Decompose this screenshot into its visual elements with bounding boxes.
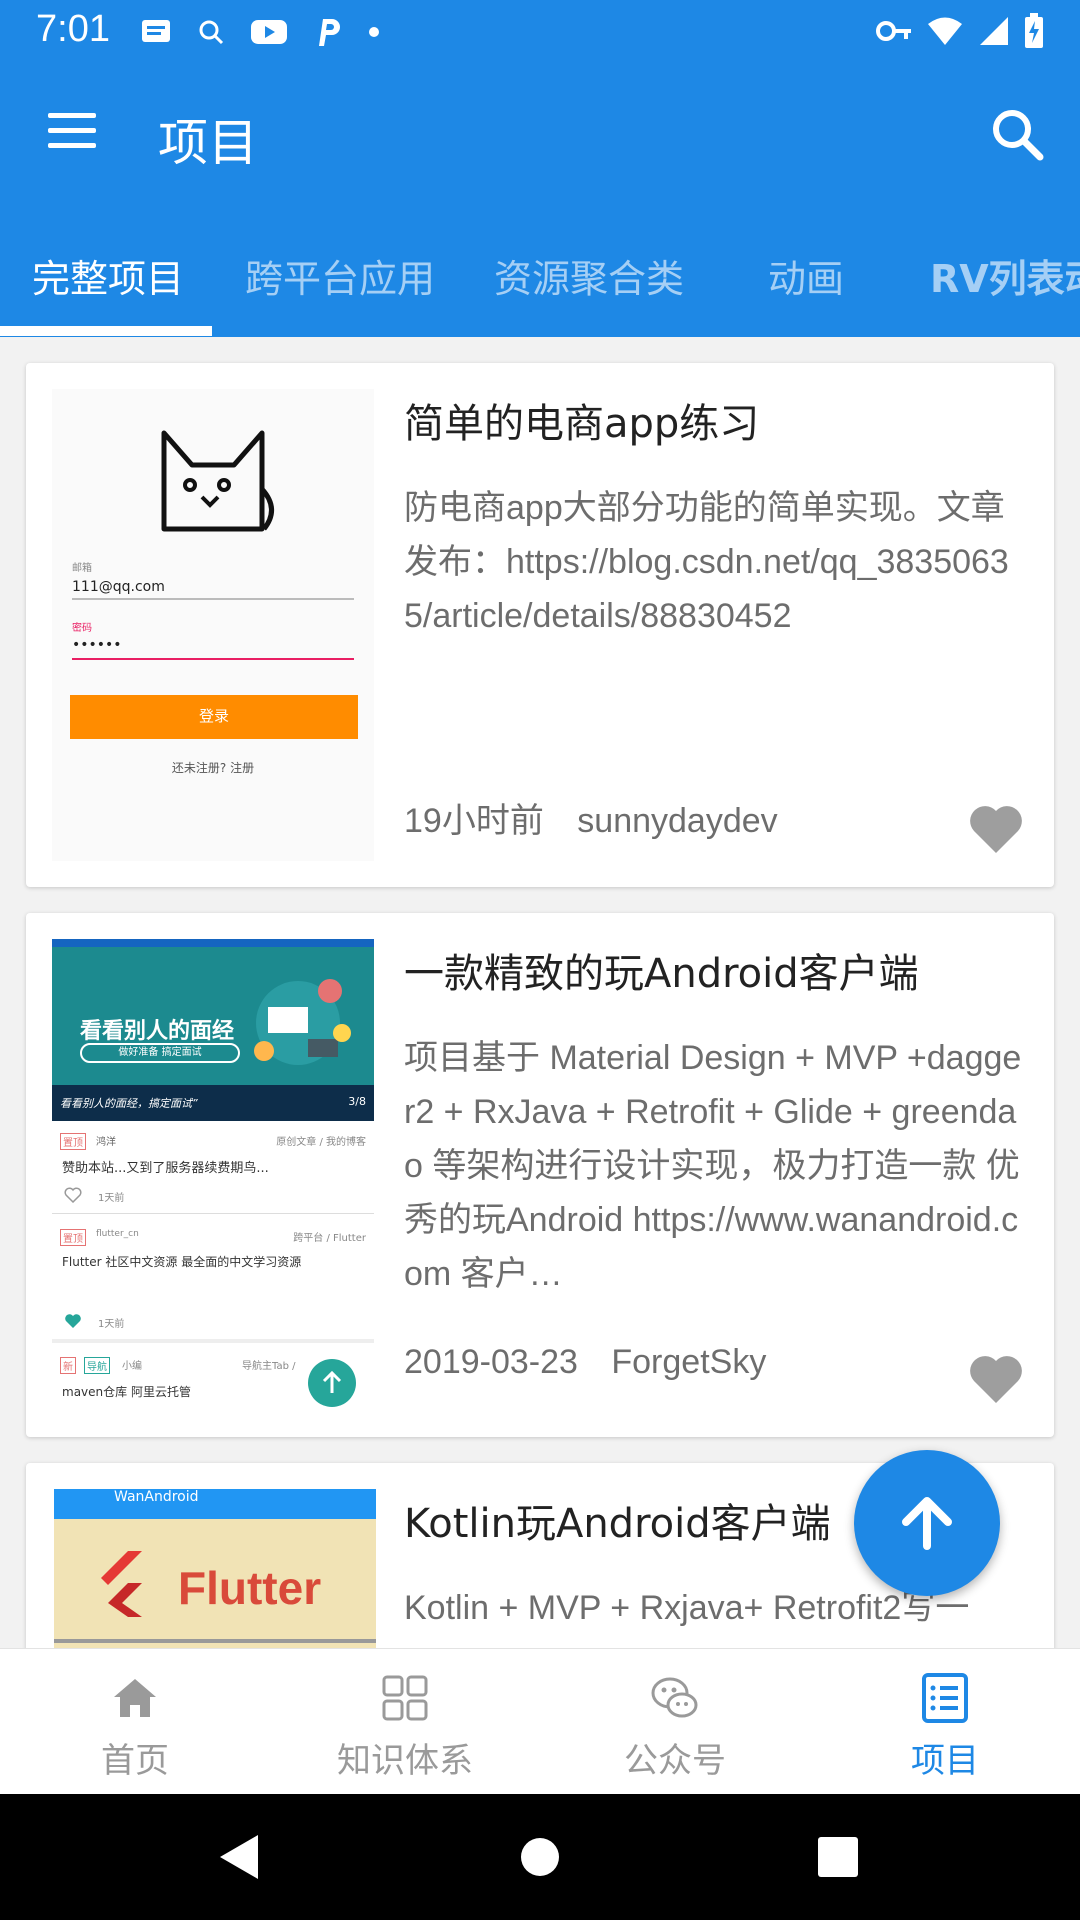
app-bar: 项目 bbox=[0, 63, 1080, 200]
project-author: ForgetSky bbox=[611, 1343, 767, 1381]
home-circle-icon[interactable] bbox=[510, 1827, 570, 1887]
thumb-banner-sub: 做好准备 搞定面试 bbox=[80, 1043, 240, 1063]
project-title: 一款精致的玩Android客户端 bbox=[404, 951, 919, 997]
project-title: 简单的电商app练习 bbox=[404, 401, 760, 447]
youtube-icon bbox=[251, 20, 287, 44]
arrow-up-icon bbox=[902, 1497, 952, 1550]
nav-item-projects[interactable]: 项目 bbox=[810, 1649, 1080, 1795]
project-thumbnail: 邮箱 111@qq.com 密码 •••••• 登录 还未注册? 注册 bbox=[52, 389, 374, 861]
nav-label: 项目 bbox=[911, 1741, 979, 1781]
tab-resource-aggregation[interactable]: 资源聚合类 bbox=[494, 248, 684, 303]
project-tabs: 完整项目 跨平台应用 资源聚合类 动画 RV列表动 bbox=[0, 200, 1080, 337]
scroll-top-fab[interactable] bbox=[854, 1450, 1000, 1596]
menu-button[interactable] bbox=[40, 103, 104, 159]
thumb-page: 3/8 bbox=[348, 1095, 366, 1108]
project-card[interactable]: 看看别人的面经 做好准备 搞定面试 看看别人的面经，搞定面试” 3/8 置顶 鸿… bbox=[26, 913, 1054, 1437]
grid-icon bbox=[382, 1675, 428, 1721]
project-description: 项目基于 Material Design + MVP +dagger2 + Rx… bbox=[404, 1039, 1022, 1293]
back-icon[interactable] bbox=[208, 1827, 268, 1887]
nav-label: 知识体系 bbox=[337, 1741, 473, 1781]
wechat-icon bbox=[651, 1677, 698, 1718]
project-list-icon bbox=[922, 1673, 968, 1723]
search-button[interactable] bbox=[986, 103, 1050, 167]
system-navigation-bar bbox=[0, 1794, 1080, 1920]
tab-indicator bbox=[0, 326, 212, 336]
email-label: 邮箱 bbox=[72, 563, 92, 574]
tab-rv-list-animation[interactable]: RV列表动 bbox=[930, 248, 1080, 303]
heart-filled-icon bbox=[65, 1314, 81, 1328]
nav-label: 公众号 bbox=[624, 1741, 726, 1781]
project-description: 防电商app大部分功能的简单实现。文章发布：https://blog.csdn.… bbox=[404, 489, 1009, 635]
recents-icon[interactable] bbox=[808, 1827, 868, 1887]
status-time: 7:01 bbox=[36, 8, 110, 50]
signal-icon bbox=[980, 17, 1008, 45]
thumb-caption: 看看别人的面经，搞定面试” bbox=[60, 1097, 198, 1110]
project-thumbnail: WanAndroid Flutter bbox=[54, 1489, 376, 1648]
thumb-app-title: WanAndroid bbox=[114, 1489, 199, 1505]
cat-logo-icon bbox=[70, 430, 358, 739]
menu-icon bbox=[48, 113, 96, 118]
message-icon bbox=[142, 20, 170, 42]
login-label: 登录 bbox=[198, 707, 229, 725]
project-author: sunnydaydev bbox=[577, 802, 778, 840]
nav-label: 首页 bbox=[101, 1741, 169, 1781]
home-icon bbox=[114, 1679, 156, 1717]
password-value: •••••• bbox=[72, 637, 122, 653]
mini-fab bbox=[308, 1359, 356, 1407]
heart-icon[interactable] bbox=[968, 1353, 1024, 1405]
password-label: 密码 bbox=[72, 623, 92, 634]
project-meta: 19小时前 sunnydaydev bbox=[404, 793, 778, 842]
project-time: 2019-03-23 bbox=[404, 1343, 578, 1381]
thumb-brand: Flutter bbox=[178, 1562, 322, 1614]
search-icon bbox=[993, 110, 1044, 161]
search-small-icon bbox=[199, 20, 224, 45]
bottom-navigation: 首页 知识体系 公众号 项目 bbox=[0, 1648, 1080, 1794]
app-root: 7:01 项目 完整项目 跨平台应用 资源聚合类 动画 RV列表 邮箱 111@… bbox=[0, 0, 1080, 1920]
project-card[interactable]: 邮箱 111@qq.com 密码 •••••• 登录 还未注册? 注册 简单的电… bbox=[26, 363, 1054, 887]
nav-item-knowledge[interactable]: 知识体系 bbox=[270, 1649, 540, 1795]
nav-item-wechat[interactable]: 公众号 bbox=[540, 1649, 810, 1795]
email-value: 111@qq.com bbox=[72, 579, 165, 595]
project-meta: 2019-03-23 ForgetSky bbox=[404, 1343, 766, 1382]
battery-icon bbox=[1025, 13, 1043, 48]
status-bar: 7:01 bbox=[0, 0, 1080, 63]
dot-icon bbox=[369, 27, 379, 37]
project-thumbnail: 看看别人的面经 做好准备 搞定面试 看看别人的面经，搞定面试” 3/8 置顶 鸿… bbox=[52, 939, 374, 1411]
project-time: 19小时前 bbox=[404, 802, 544, 840]
arrow-up-icon bbox=[322, 1370, 342, 1393]
page-title: 项目 bbox=[158, 114, 258, 172]
flutter-logo-icon bbox=[101, 1551, 142, 1617]
tab-animation[interactable]: 动画 bbox=[768, 248, 844, 303]
heart-outline-icon bbox=[64, 1187, 82, 1203]
tab-complete-projects[interactable]: 完整项目 bbox=[32, 248, 184, 303]
heart-icon[interactable] bbox=[968, 803, 1024, 855]
nav-item-home[interactable]: 首页 bbox=[0, 1649, 270, 1795]
thumb-banner-title: 看看别人的面经 bbox=[80, 1019, 235, 1044]
p-icon bbox=[319, 19, 340, 46]
illustration-icon bbox=[254, 979, 351, 1065]
register-label: 还未注册? 注册 bbox=[171, 761, 255, 775]
wifi-icon bbox=[928, 17, 962, 45]
key-icon bbox=[876, 21, 911, 41]
tab-cross-platform[interactable]: 跨平台应用 bbox=[245, 248, 435, 303]
